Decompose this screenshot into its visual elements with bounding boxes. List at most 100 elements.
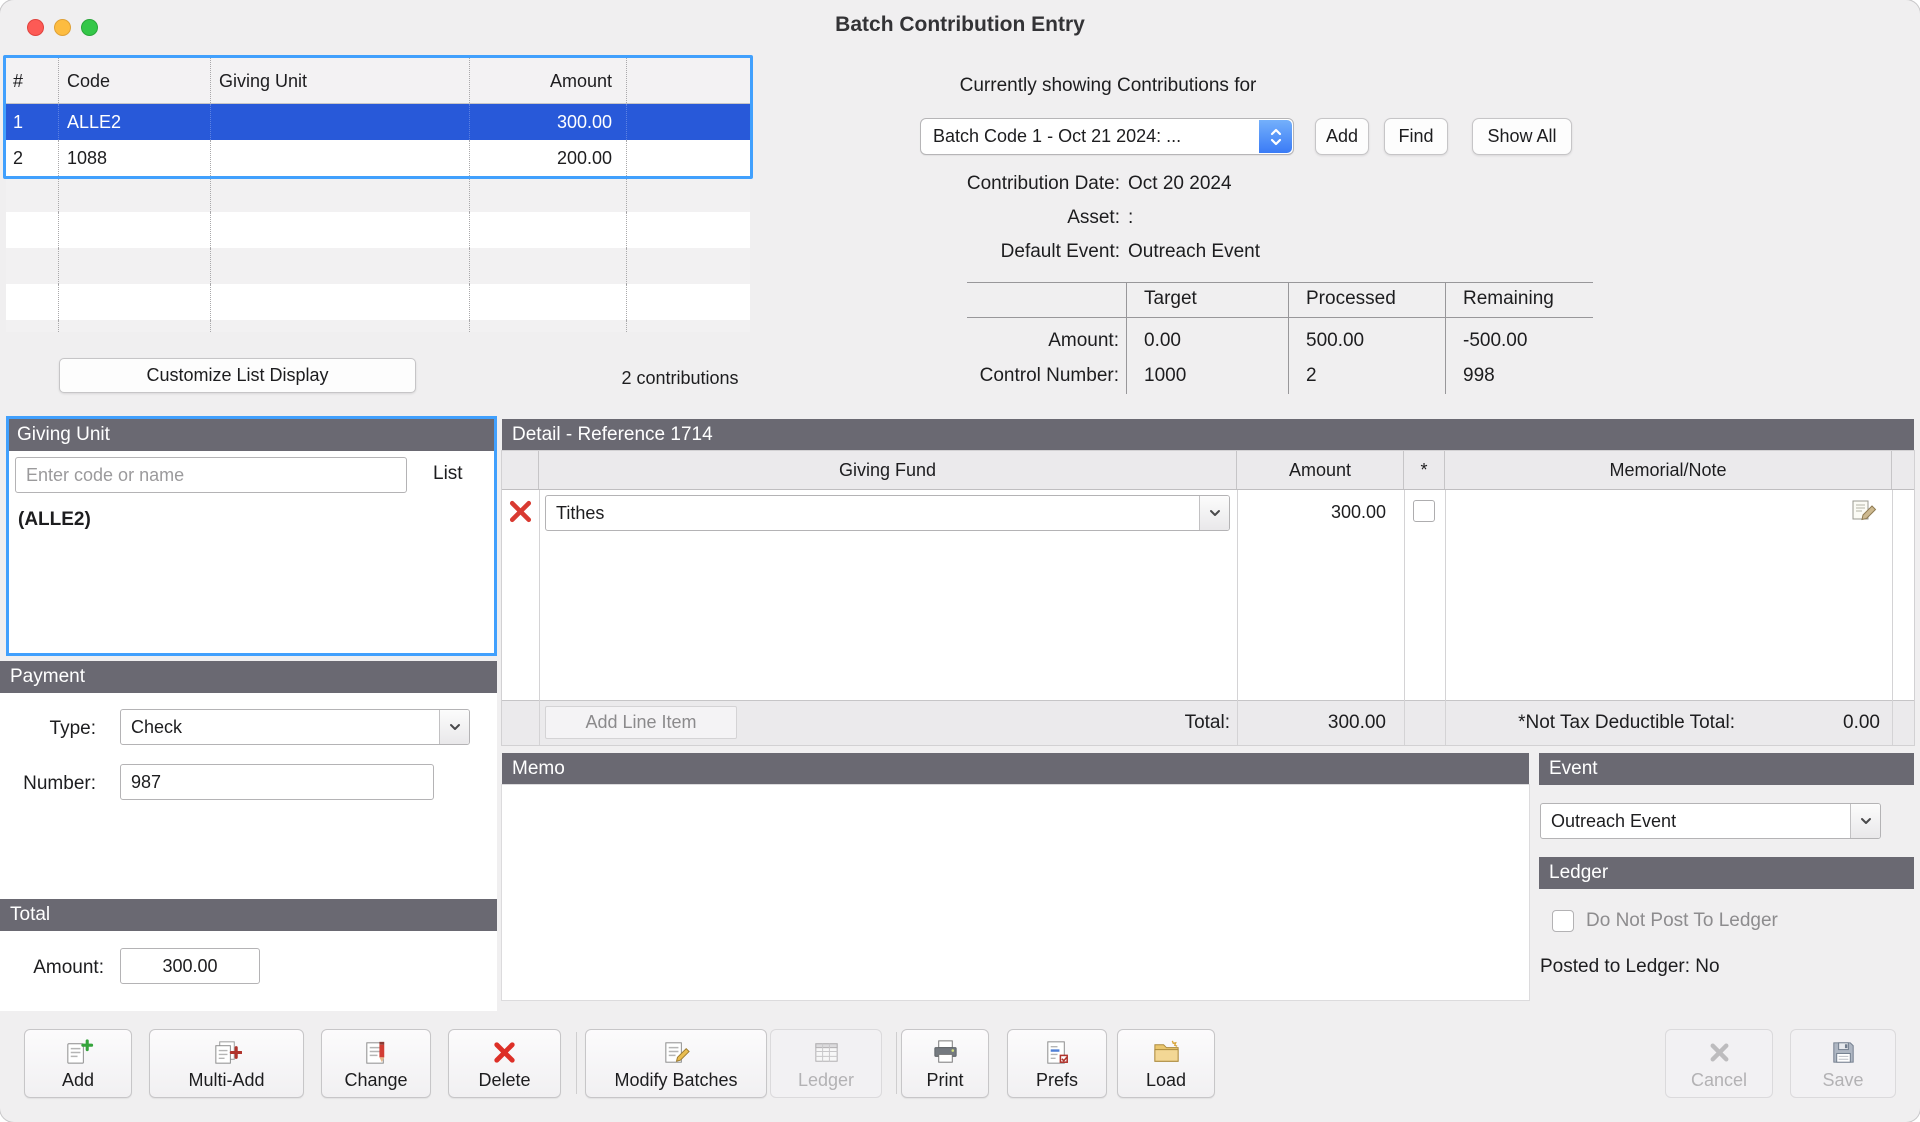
- empty-row: [6, 320, 750, 332]
- add-icon: [63, 1037, 94, 1068]
- cell-giving-unit: [211, 104, 470, 140]
- cell-num: 1: [6, 104, 59, 140]
- prefs-button[interactable]: Prefs: [1007, 1029, 1107, 1098]
- empty-row: [6, 176, 750, 212]
- delete-line-item-icon[interactable]: [506, 497, 535, 526]
- col-amount: Amount: [470, 58, 627, 103]
- prefs-icon: [1042, 1037, 1073, 1068]
- giving-unit-list-button[interactable]: List: [433, 463, 463, 485]
- memo-header: Memo: [502, 753, 1529, 785]
- ntd-total-value: 0.00: [1782, 700, 1880, 745]
- cell-amount: 300.00: [470, 104, 627, 140]
- detail-col-star: *: [1404, 451, 1445, 489]
- col-extra: [627, 58, 750, 103]
- print-icon: [930, 1037, 961, 1068]
- stats-col-processed: Processed: [1306, 286, 1396, 312]
- line-item-amount[interactable]: 300.00: [1237, 490, 1396, 534]
- giving-fund-value: Tithes: [556, 496, 604, 530]
- memo-textarea[interactable]: [502, 785, 1529, 1000]
- toolbar-separator: [576, 1032, 577, 1094]
- contribution-row-2[interactable]: 2 1088 200.00: [6, 140, 750, 176]
- asset-label: Asset:: [700, 205, 1120, 231]
- cell-code: ALLE2: [59, 104, 211, 140]
- giving-unit-panel: Giving Unit List (ALLE2): [6, 416, 497, 656]
- giving-unit-code: (ALLE2): [18, 509, 91, 531]
- save-icon: [1828, 1037, 1859, 1068]
- chevron-down-icon: [439, 710, 469, 744]
- col-num: #: [6, 58, 59, 103]
- multi-add-button[interactable]: Multi-Add: [149, 1029, 304, 1098]
- contributions-table: # Code Giving Unit Amount 1 ALLE2 300.00…: [6, 58, 750, 332]
- contribution-date-value: Oct 20 2024: [1128, 171, 1232, 197]
- add-line-item-button[interactable]: Add Line Item: [545, 706, 737, 739]
- event-select[interactable]: Outreach Event: [1540, 803, 1881, 839]
- detail-header: Detail - Reference 1714: [502, 419, 1914, 451]
- load-button[interactable]: Load: [1117, 1029, 1215, 1098]
- contributions-header-row: # Code Giving Unit Amount: [6, 58, 750, 104]
- posted-to-ledger-label: Posted to Ledger: No: [1540, 954, 1720, 980]
- contributions-count: 2 contributions: [560, 368, 800, 389]
- popup-chevrons-icon: [1259, 120, 1292, 153]
- giving-fund-select[interactable]: Tithes: [545, 495, 1230, 531]
- do-not-post-label: Do Not Post To Ledger: [1586, 908, 1778, 934]
- payment-type-label: Type:: [0, 716, 96, 742]
- customize-list-display-button[interactable]: Customize List Display: [59, 358, 416, 393]
- chevron-down-icon: [1199, 496, 1229, 530]
- payment-number-label: Number:: [0, 771, 96, 797]
- total-amount-input[interactable]: [120, 948, 260, 984]
- ledger-button[interactable]: Ledger: [770, 1029, 882, 1098]
- total-amount-label: Amount:: [0, 955, 104, 981]
- toolbar-separator: [896, 1032, 897, 1094]
- default-event-label: Default Event:: [700, 239, 1120, 265]
- empty-row: [6, 284, 750, 320]
- ntd-total-label: *Not Tax Deductible Total:: [1455, 700, 1735, 745]
- stats-amount-label: Amount:: [967, 328, 1119, 354]
- cancel-icon: [1704, 1037, 1735, 1068]
- col-code: Code: [59, 58, 211, 103]
- ledger-icon: [811, 1037, 842, 1068]
- batch-heading: Currently showing Contributions for: [920, 75, 1296, 97]
- batch-show-all-button[interactable]: Show All: [1472, 118, 1572, 155]
- chevron-down-icon: [1850, 804, 1880, 838]
- stats-control-label: Control Number:: [967, 363, 1119, 389]
- payment-number-input[interactable]: [120, 764, 434, 800]
- payment-type-value: Check: [131, 710, 182, 744]
- window-title: Batch Contribution Entry: [0, 13, 1920, 37]
- batch-add-button[interactable]: Add: [1315, 118, 1369, 155]
- cell-amount: 200.00: [470, 140, 627, 176]
- detail-col-delete: [502, 451, 539, 489]
- load-icon: [1151, 1037, 1182, 1068]
- do-not-post-checkbox[interactable]: [1552, 910, 1574, 932]
- stats-control-target: 1000: [1144, 363, 1186, 389]
- cancel-button[interactable]: Cancel: [1665, 1029, 1773, 1098]
- cell-extra: [627, 104, 750, 140]
- stats-control-processed: 2: [1306, 363, 1317, 389]
- save-button[interactable]: Save: [1790, 1029, 1896, 1098]
- batch-find-button[interactable]: Find: [1384, 118, 1448, 155]
- cell-giving-unit: [211, 140, 470, 176]
- app-window: Batch Contribution Entry # Code Giving U…: [0, 0, 1920, 1122]
- giving-unit-input[interactable]: [15, 457, 407, 493]
- delete-icon: [489, 1037, 520, 1068]
- empty-row: [6, 212, 750, 248]
- delete-button[interactable]: Delete: [448, 1029, 561, 1098]
- cell-code: 1088: [59, 140, 211, 176]
- modify-batches-icon: [661, 1037, 692, 1068]
- modify-batches-button[interactable]: Modify Batches: [585, 1029, 767, 1098]
- change-button[interactable]: Change: [321, 1029, 431, 1098]
- cell-num: 2: [6, 140, 59, 176]
- payment-type-select[interactable]: Check: [120, 709, 470, 745]
- giving-unit-header: Giving Unit: [9, 419, 494, 451]
- stats-amount-target: 0.00: [1144, 328, 1181, 354]
- add-button[interactable]: Add: [24, 1029, 132, 1098]
- payment-header: Payment: [0, 661, 497, 693]
- memo-panel: [502, 785, 1529, 1000]
- event-value: Outreach Event: [1551, 804, 1676, 838]
- memorial-note-icon[interactable]: [1850, 498, 1878, 522]
- change-icon: [361, 1037, 392, 1068]
- batch-select[interactable]: Batch Code 1 - Oct 21 2024: ...: [920, 118, 1294, 155]
- not-tax-deductible-checkbox[interactable]: [1413, 500, 1435, 522]
- print-button[interactable]: Print: [901, 1029, 989, 1098]
- detail-table: Giving Fund Amount * Memorial/Note Tithe…: [502, 451, 1914, 745]
- contribution-row-1[interactable]: 1 ALLE2 300.00: [6, 104, 750, 140]
